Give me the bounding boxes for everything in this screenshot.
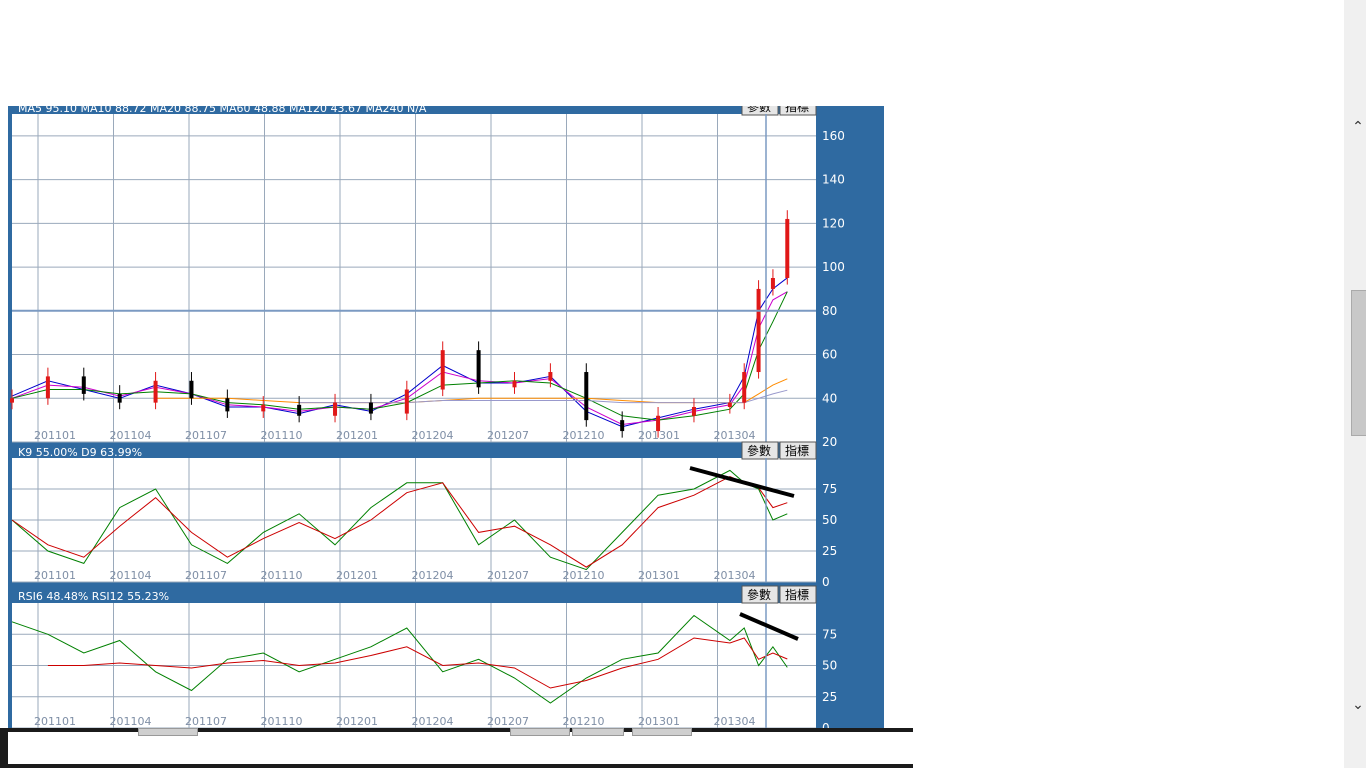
main_panel-xtick-label: 201110 — [261, 429, 303, 442]
candle-body — [620, 420, 625, 432]
candle-body — [117, 393, 122, 403]
kd_panel-ytick-label: 50 — [822, 513, 837, 527]
candle-body — [742, 372, 747, 403]
rsi_panel-param-button-label: 參數 — [747, 587, 771, 602]
kd_panel-xtick-label: 201201 — [336, 569, 378, 582]
rsi_panel-xtick-label: 201204 — [412, 715, 454, 728]
main_panel-xtick-label: 201201 — [336, 429, 378, 442]
candle-body — [548, 372, 553, 381]
main_panel-ytick-label: 80 — [822, 304, 837, 318]
kd_panel-xtick-label: 201204 — [412, 569, 454, 582]
kd_panel-xtick-label: 201207 — [487, 569, 529, 582]
main_panel-xtick-label: 201204 — [412, 429, 454, 442]
candle-body — [727, 402, 732, 408]
candle-body — [10, 398, 14, 403]
kd_panel-ytick-label: 25 — [822, 544, 837, 558]
main_panel-xtick-label: 201101 — [34, 429, 76, 442]
candle-body — [584, 372, 589, 421]
taskbar-tab[interactable] — [510, 728, 570, 736]
kd_panel-xtick-label: 201304 — [714, 569, 756, 582]
kd_panel-param-button-label: 參數 — [747, 443, 771, 458]
candle-body — [404, 389, 409, 414]
main_panel-xtick-label: 201304 — [714, 429, 756, 442]
candle-body — [440, 350, 445, 390]
rsi_panel-xtick-label: 201107 — [185, 715, 227, 728]
candle-body — [153, 380, 158, 403]
main_panel-param-button-label: 參數 — [747, 106, 771, 114]
kd_panel-ytick-label: 75 — [822, 482, 837, 496]
kd_panel-xtick-label: 201210 — [563, 569, 605, 582]
main_panel-legend: MA5 95.10 MA10 88.72 MA20 88.75 MA60 48.… — [18, 106, 427, 115]
main_panel-xtick-label: 201107 — [185, 429, 227, 442]
candle-body — [333, 402, 338, 416]
main_panel-ytick-label: 140 — [822, 173, 845, 187]
kd_panel-xtick-label: 201107 — [185, 569, 227, 582]
kd_panel-indicator-button-label: 指標 — [785, 443, 809, 458]
chart-svg: MA5 95.10 MA10 88.72 MA20 88.75 MA60 48.… — [10, 106, 845, 728]
main_panel-ytick-label: 40 — [822, 391, 837, 405]
rsi_panel-ytick-label: 50 — [822, 659, 837, 673]
main_panel-ytick-label: 20 — [822, 435, 837, 449]
main_panel-xtick-label: 201104 — [110, 429, 152, 442]
rsi_panel-xtick-label: 201104 — [110, 715, 152, 728]
rsi_panel-xtick-label: 201101 — [34, 715, 76, 728]
candle-body — [770, 278, 775, 289]
rsi_panel-xtick-label: 201304 — [714, 715, 756, 728]
main_panel-ytick-label: 100 — [822, 260, 845, 274]
candle-body — [45, 376, 50, 399]
scroll-down-icon[interactable]: ⌄ — [1351, 698, 1365, 712]
candle-body — [261, 404, 266, 412]
kd_panel-xtick-label: 201104 — [110, 569, 152, 582]
candle-body — [476, 350, 481, 388]
candle-body — [225, 398, 230, 412]
kd_panel-legend: K9 55.00% D9 63.99% — [18, 446, 142, 459]
scroll-up-icon[interactable]: ⌃ — [1351, 120, 1365, 134]
taskbar-tab[interactable] — [138, 728, 198, 736]
candle-body — [656, 415, 661, 432]
scroll-thumb[interactable] — [1351, 290, 1366, 436]
kd_panel-xtick-label: 201110 — [261, 569, 303, 582]
kd_panel-xtick-label: 201101 — [34, 569, 76, 582]
candle-body — [756, 288, 761, 373]
main_panel-xtick-label: 201210 — [563, 429, 605, 442]
rsi_panel-xtick-label: 201110 — [261, 715, 303, 728]
candle-body — [368, 402, 373, 414]
rsi_panel-xtick-label: 201207 — [487, 715, 529, 728]
rsi_panel-xtick-label: 201210 — [563, 715, 605, 728]
rsi_panel-xtick-label: 201301 — [638, 715, 680, 728]
stock-chart-frame: MA5 95.10 MA10 88.72 MA20 88.75 MA60 48.… — [8, 106, 884, 728]
taskbar-tab[interactable] — [632, 728, 692, 736]
main_panel-xtick-label: 201207 — [487, 429, 529, 442]
rsi_panel-ytick-label: 25 — [822, 690, 837, 704]
main_panel-indicator-button-label: 指標 — [785, 106, 809, 114]
main_panel-ytick-label: 60 — [822, 348, 837, 362]
rsi_panel-legend: RSI6 48.48% RSI12 55.23% — [18, 590, 169, 603]
candle-body — [189, 380, 194, 399]
main_panel-ytick-label: 160 — [822, 129, 845, 143]
rsi_panel-ytick-label: 75 — [822, 627, 837, 641]
candle-body — [785, 218, 790, 278]
kd_panel-xtick-label: 201301 — [638, 569, 680, 582]
candle-body — [81, 376, 86, 394]
taskbar-tab[interactable] — [572, 728, 624, 736]
candle-body — [691, 407, 696, 416]
candle-body — [512, 380, 517, 388]
main_panel-ytick-label: 120 — [822, 216, 845, 230]
kd_panel-ytick-label: 0 — [822, 575, 830, 589]
rsi_panel-ytick-label: 0 — [822, 721, 830, 728]
candle-body — [297, 404, 302, 416]
rsi_panel-indicator-button-label: 指標 — [785, 587, 809, 602]
browser-top-area — [0, 0, 1346, 106]
taskbar-window-area — [8, 732, 913, 764]
rsi_panel-xtick-label: 201201 — [336, 715, 378, 728]
